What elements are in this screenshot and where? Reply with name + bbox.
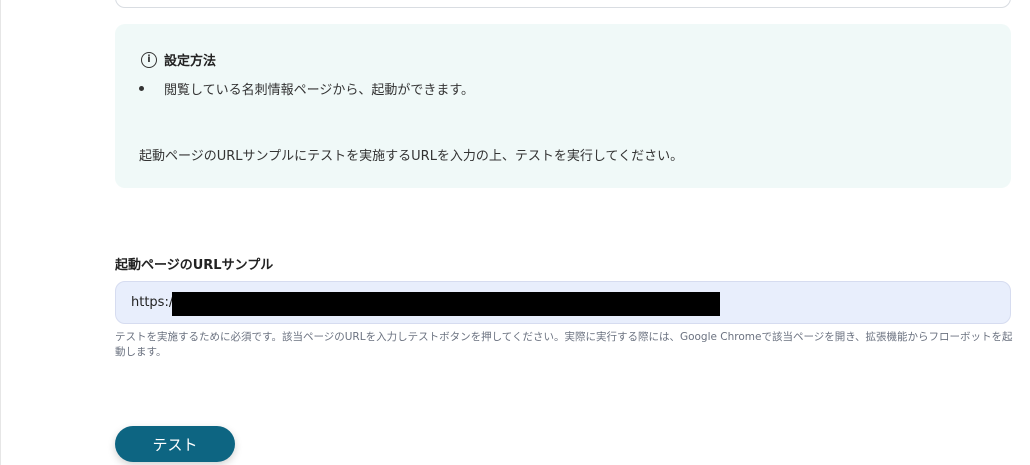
url-input-value: https:/ bbox=[131, 295, 174, 310]
info-bullet-list: 閲覧している名刺情報ページから、起動ができます。 bbox=[139, 79, 474, 98]
url-field-label: 起動ページのURLサンプル bbox=[115, 258, 274, 273]
info-title: 設定方法 bbox=[164, 54, 217, 69]
url-help-text: テストを実施するために必須です。該当ページのURLを入力しテストボタンを押してく… bbox=[115, 331, 1013, 358]
info-icon: i bbox=[141, 51, 157, 68]
info-title-row: i 設定方法 bbox=[141, 50, 216, 69]
info-body-text: 起動ページのURLサンプルにテストを実施するURLを入力の上、テストを実行してく… bbox=[139, 149, 684, 164]
redacted-url-block bbox=[172, 292, 720, 316]
info-bullet-text: 閲覧している名刺情報ページから、起動ができます。 bbox=[164, 83, 475, 98]
bullet-icon bbox=[139, 86, 144, 91]
flowbot-settings-page: i 設定方法 閲覧している名刺情報ページから、起動ができます。 起動ページのUR… bbox=[0, 0, 1030, 465]
previous-field[interactable] bbox=[115, 0, 1011, 8]
setup-info-box: i 設定方法 閲覧している名刺情報ページから、起動ができます。 起動ページのUR… bbox=[115, 24, 1011, 188]
list-item: 閲覧している名刺情報ページから、起動ができます。 bbox=[139, 79, 474, 98]
test-button[interactable]: テスト bbox=[115, 426, 235, 462]
url-sample-input[interactable]: https:/ bbox=[115, 281, 1011, 324]
